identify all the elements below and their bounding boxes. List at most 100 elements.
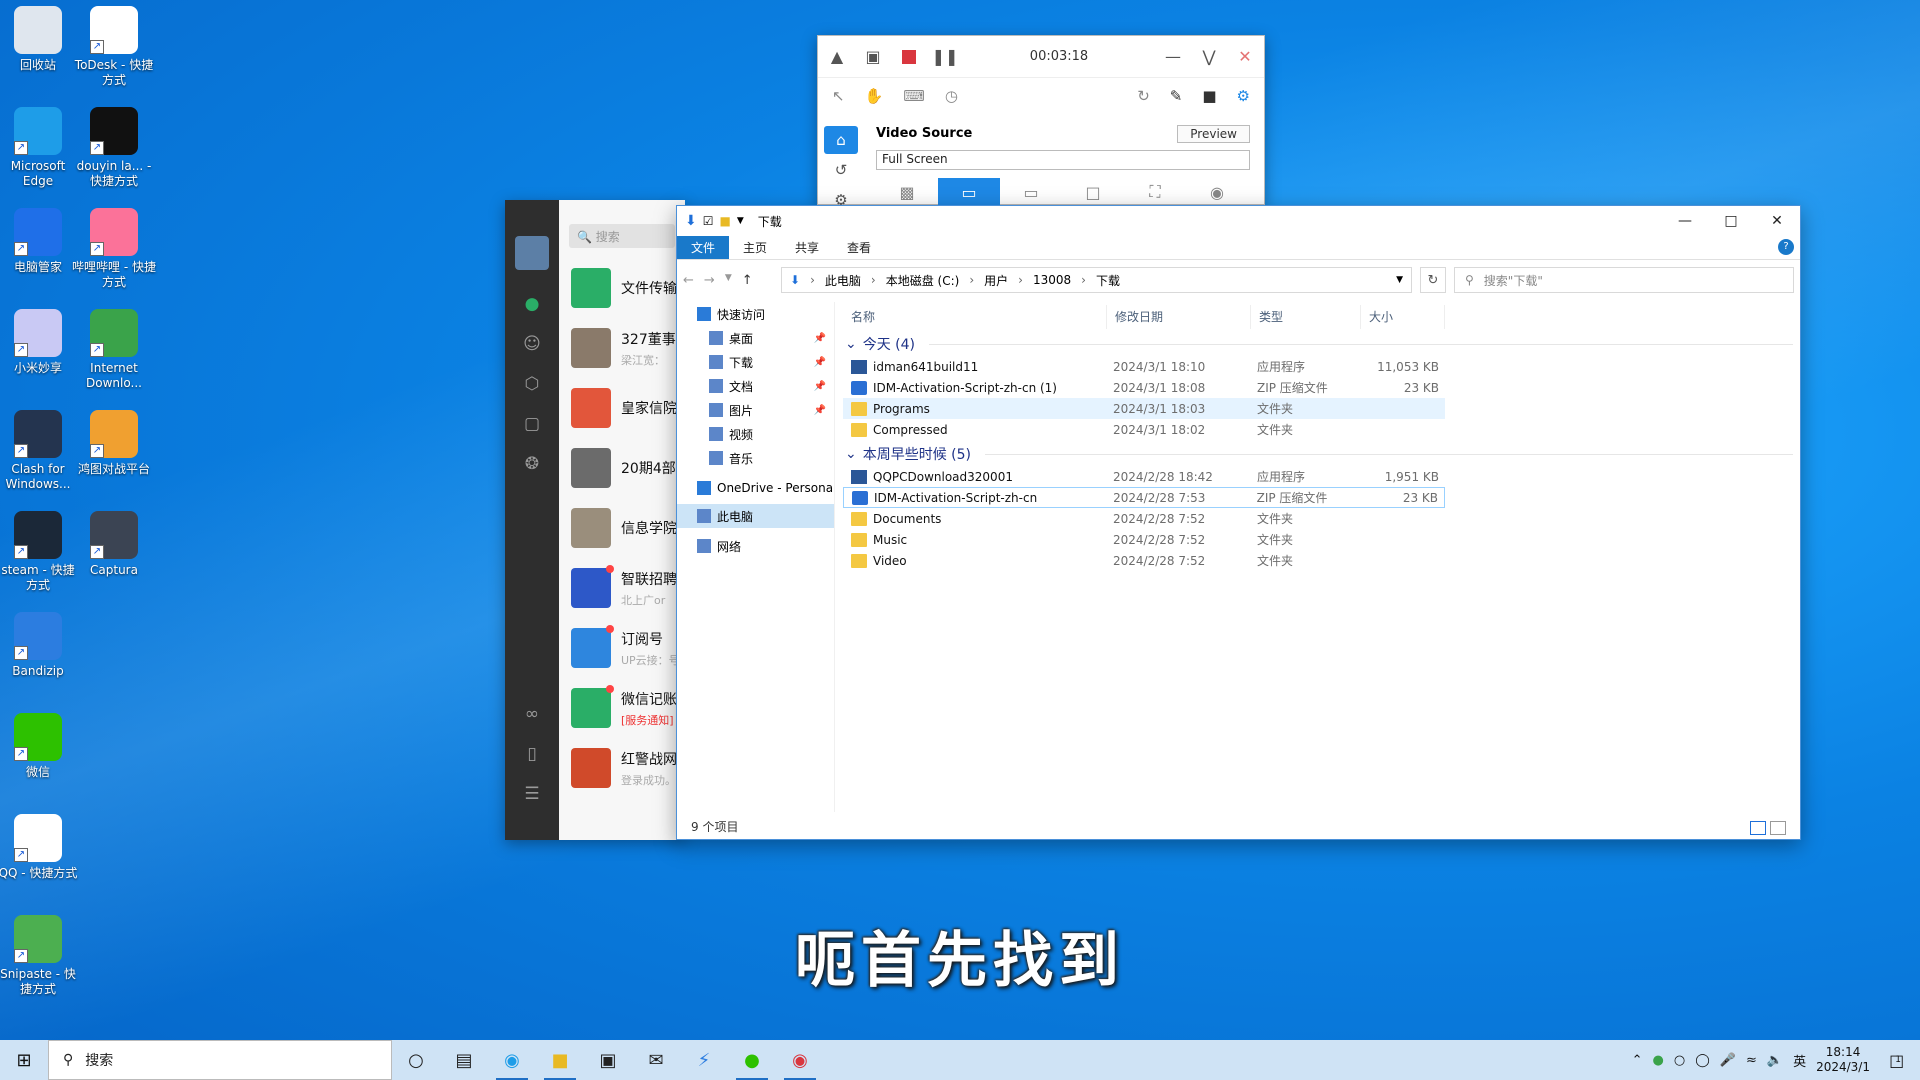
refresh-button[interactable]: ↻ xyxy=(1420,267,1446,293)
moments-icon[interactable]: ❂ xyxy=(505,444,559,484)
folder-icon[interactable]: ■ xyxy=(1202,87,1216,105)
webcam-mode-icon[interactable]: ▩ xyxy=(876,178,938,206)
file-row[interactable]: IDM-Activation-Script-zh-cn 2024/2/28 7:5… xyxy=(843,487,1445,508)
region-mode-icon[interactable]: ⛶ xyxy=(1124,178,1186,206)
gear-icon[interactable]: ⚙ xyxy=(1237,87,1250,105)
details-view-icon[interactable] xyxy=(1750,821,1766,835)
avatar[interactable] xyxy=(515,236,549,270)
idm-tray-icon[interactable]: ● xyxy=(1653,1053,1664,1068)
history-icon[interactable]: ↺ xyxy=(824,156,858,184)
desktop-icon[interactable]: 回收站 xyxy=(0,6,80,73)
file-row[interactable]: IDM-Activation-Script-zh-cn (1) 2024/3/1 … xyxy=(843,377,1445,398)
wifi-icon[interactable]: ≈ xyxy=(1746,1053,1757,1068)
collapse-icon[interactable]: ▲ xyxy=(826,46,848,68)
close-button[interactable]: ✕ xyxy=(1234,46,1256,68)
chat-item[interactable]: 20期4部 xyxy=(559,438,685,498)
brush-icon[interactable]: ✎ xyxy=(1170,87,1183,105)
breadcrumb-item[interactable]: 本地磁盘 (C:) xyxy=(886,272,960,289)
desktop-icon[interactable]: ↗ Microsoft Edge xyxy=(0,107,80,189)
expand-icon[interactable]: ⋁ xyxy=(1198,46,1220,68)
back-icon[interactable]: ← xyxy=(683,273,694,288)
desktop-icon[interactable]: ↗ 小米妙享 xyxy=(0,309,80,376)
screen-mode-icon[interactable]: ▭ xyxy=(938,178,1000,206)
home-icon[interactable]: ⌂ xyxy=(824,126,858,154)
chevron-down-icon[interactable]: ▼ xyxy=(1396,275,1403,285)
breadcrumb-item[interactable]: 13008 xyxy=(1033,273,1071,287)
chat-item[interactable]: 皇家信院 xyxy=(559,378,685,438)
search-input[interactable]: ⚲ 搜索"下载" xyxy=(1454,267,1794,293)
column-type[interactable]: 类型 xyxy=(1251,305,1361,329)
column-name[interactable]: 名称 xyxy=(843,305,1107,329)
desktop-icon[interactable]: ↗ 哔哩哔哩 - 快捷方式 xyxy=(72,208,156,290)
minimize-button[interactable]: — xyxy=(1662,206,1708,236)
chat-icon[interactable]: ● xyxy=(505,284,559,324)
video-source-field[interactable]: Full Screen xyxy=(876,150,1250,170)
chevron-up-icon[interactable]: ⌃ xyxy=(1632,1053,1643,1068)
shield-tray-icon[interactable]: ◯ xyxy=(1695,1053,1710,1068)
group-header[interactable]: ⌄ 今天 (4) xyxy=(843,332,1793,356)
desktop-icon[interactable]: ↗ douyin la... - 快捷方式 xyxy=(72,107,156,189)
nav-item[interactable]: 音乐 xyxy=(677,446,834,470)
chevron-down-icon[interactable]: ▼ xyxy=(737,216,744,226)
group-header[interactable]: ⌄ 本周早些时候 (5) xyxy=(843,442,1793,466)
stop-button[interactable] xyxy=(898,46,920,68)
up-icon[interactable]: ↑ xyxy=(742,273,753,288)
microphone-icon[interactable]: 🎤 xyxy=(1720,1053,1736,1068)
chat-item[interactable]: 微信记账 [服务通知] xyxy=(559,678,685,738)
miniprogram-icon[interactable]: ∞ xyxy=(505,694,559,734)
file-row[interactable]: Documents 2024/2/28 7:52 文件夹 xyxy=(843,508,1445,529)
preview-button[interactable]: Preview xyxy=(1177,125,1250,143)
recent-icon[interactable]: ▼ xyxy=(725,273,732,288)
edge-icon[interactable]: ◉ xyxy=(488,1040,536,1080)
phone-icon[interactable]: ▯ xyxy=(505,734,559,774)
menu-icon[interactable]: ☰ xyxy=(505,774,559,814)
maximize-button[interactable]: □ xyxy=(1708,206,1754,236)
gamepad-mode-icon[interactable]: ◉ xyxy=(1186,178,1248,206)
notification-icon[interactable]: □ 1 xyxy=(1880,1045,1910,1075)
chat-item[interactable]: 订阅号 UP云接：号 xyxy=(559,618,685,678)
tab-share[interactable]: 共享 xyxy=(781,236,833,259)
search-input[interactable]: 🔍 搜索 xyxy=(569,224,675,248)
file-row[interactable]: Music 2024/2/28 7:52 文件夹 xyxy=(843,529,1445,550)
file-explorer-icon[interactable]: ■ xyxy=(536,1040,584,1080)
chat-item[interactable]: 文件传输 xyxy=(559,258,685,318)
mail-icon[interactable]: ✉ xyxy=(632,1040,680,1080)
task-view-icon[interactable]: ▤ xyxy=(440,1040,488,1080)
nav-item[interactable]: 快速访问 xyxy=(677,302,834,326)
desktop-icon[interactable]: ↗ 鸿图对战平台 xyxy=(72,410,156,477)
desktop-icon[interactable]: ↗ Captura xyxy=(72,511,156,578)
desktop-icon[interactable]: ↗ 微信 xyxy=(0,713,80,780)
chat-item[interactable]: 红警战网 登录成功。 xyxy=(559,738,685,798)
window-mode-icon[interactable]: □ xyxy=(1062,178,1124,206)
chat-item[interactable]: 信息学院 xyxy=(559,498,685,558)
column-size[interactable]: 大小 xyxy=(1361,305,1445,329)
close-button[interactable]: ✕ xyxy=(1754,206,1800,236)
captura-icon[interactable]: ◉ xyxy=(776,1040,824,1080)
network-tray-icon[interactable]: ○ xyxy=(1674,1053,1685,1068)
desktop-icon[interactable]: ↗ ToDesk - 快捷方式 xyxy=(72,6,156,88)
forward-icon[interactable]: → xyxy=(704,273,715,288)
desktop-icon[interactable]: ↗ Clash for Windows... xyxy=(0,410,80,492)
desktop-icon[interactable]: ↗ Internet Downlo... xyxy=(72,309,156,391)
camera-icon[interactable]: ▣ xyxy=(862,46,884,68)
breadcrumb-item[interactable]: 下载 xyxy=(1096,272,1120,289)
click-icon[interactable]: ✋ xyxy=(865,87,884,105)
nav-item[interactable]: 桌面 📌 xyxy=(677,326,834,350)
thumbnail-view-icon[interactable] xyxy=(1770,821,1786,835)
nav-item[interactable]: 文档 📌 xyxy=(677,374,834,398)
properties-icon[interactable]: ☑ xyxy=(703,214,714,228)
contacts-icon[interactable]: ☺ xyxy=(505,324,559,364)
bandizip-icon[interactable]: ⚡ xyxy=(680,1040,728,1080)
store-icon[interactable]: ▣ xyxy=(584,1040,632,1080)
nav-item[interactable]: 图片 📌 xyxy=(677,398,834,422)
keyboard-icon[interactable]: ⌨ xyxy=(903,87,925,105)
file-row[interactable]: Programs 2024/3/1 18:03 文件夹 xyxy=(843,398,1445,419)
tab-view[interactable]: 查看 xyxy=(833,236,885,259)
file-row[interactable]: Video 2024/2/28 7:52 文件夹 xyxy=(843,550,1445,571)
files-icon[interactable]: ▢ xyxy=(505,404,559,444)
column-date[interactable]: 修改日期 xyxy=(1107,305,1251,329)
ime-indicator[interactable]: 英 xyxy=(1793,1051,1806,1070)
windows-start-icon[interactable]: ⊞ xyxy=(0,1040,48,1080)
pause-button[interactable]: ❚❚ xyxy=(932,46,959,68)
tab-home[interactable]: 主页 xyxy=(729,236,781,259)
